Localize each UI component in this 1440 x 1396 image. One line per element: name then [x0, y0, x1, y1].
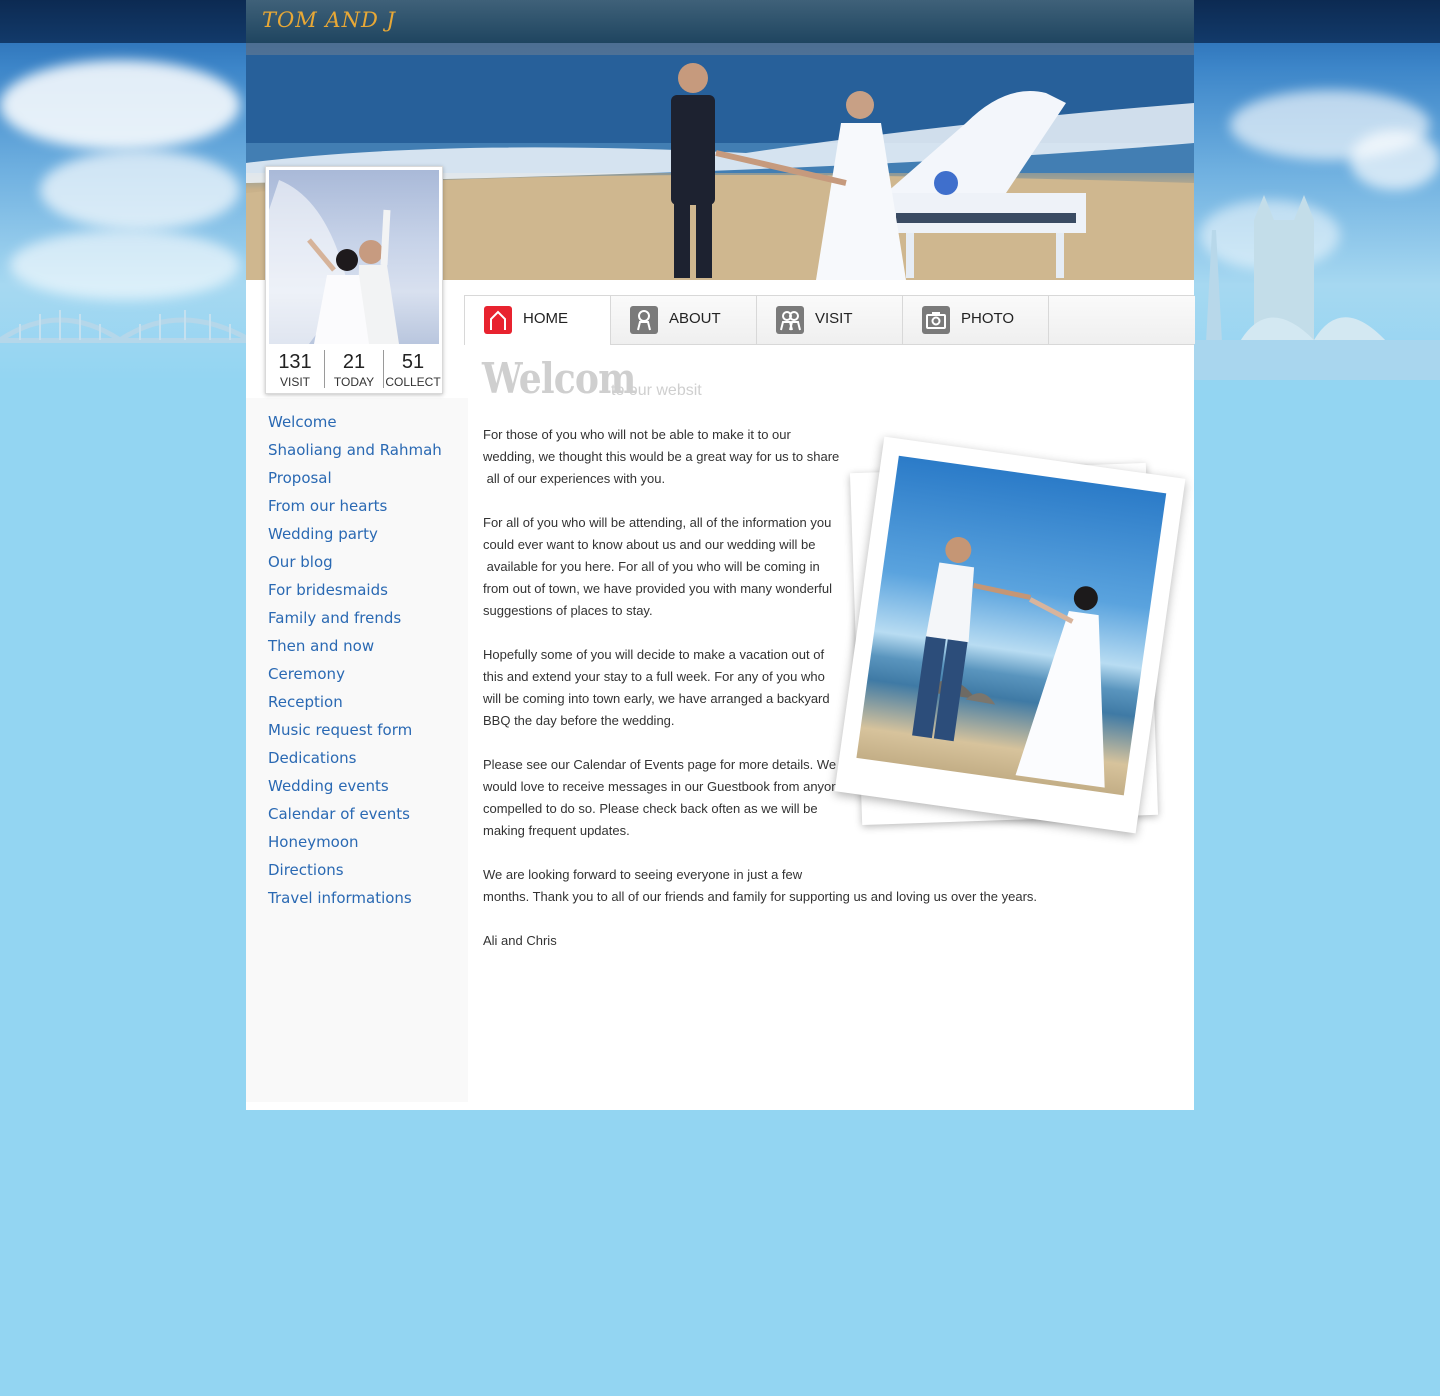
- signature: Ali and Chris: [483, 930, 557, 952]
- tab-label: ABOUT: [669, 310, 721, 327]
- stat-label: VISIT: [279, 375, 310, 389]
- text-line: will be coming into town early, we have …: [483, 691, 830, 706]
- text-line: available for you here. For all of you w…: [486, 559, 820, 574]
- text-line: could ever want to know about us and our…: [483, 537, 816, 552]
- bridge-illustration: [0, 310, 250, 344]
- sidebar-link-proposal[interactable]: Proposal: [268, 469, 332, 487]
- sidebar-link-wedding-events[interactable]: Wedding events: [268, 777, 389, 795]
- tab-empty: [1048, 296, 1195, 344]
- closing-paragraph: We are looking forward to seeing everyon…: [483, 864, 1037, 908]
- sidebar-item: Ceremony: [268, 660, 442, 688]
- text-line: all of our experiences with you.: [486, 471, 666, 486]
- sidebar-link-calendar-of-events[interactable]: Calendar of events: [268, 805, 410, 823]
- stat-collect: 51 COLLECT: [384, 350, 442, 389]
- city-skyline-illustration: [1194, 195, 1440, 380]
- stat-value: 21: [342, 351, 366, 373]
- sidebar-link-wedding-party[interactable]: Wedding party: [268, 525, 378, 543]
- sidebar-item: Dedications: [268, 744, 442, 772]
- sidebar-link-directions[interactable]: Directions: [268, 861, 344, 879]
- tab-label: VISIT: [815, 310, 853, 327]
- sidebar-item: Honeymoon: [268, 828, 442, 856]
- tab-home[interactable]: HOME: [464, 296, 610, 345]
- stat-value: 51: [401, 351, 425, 373]
- stat-label: COLLECT: [385, 375, 441, 389]
- sidebar-item: Shaoliang and Rahmah: [268, 436, 442, 464]
- home-icon: [484, 306, 512, 339]
- text-line: months. Thank you to all of our friends …: [483, 889, 1038, 904]
- sidebar-link-reception[interactable]: Reception: [268, 693, 343, 711]
- intro-paragraph: For those of you who will not be able to…: [483, 424, 839, 490]
- main-nav-tabs: HOME ABOUT VISIT PHOTO: [464, 295, 1195, 345]
- sidebar-link-family-and-frends[interactable]: Family and frends: [268, 609, 401, 627]
- text-line: compelled to do so. Please check back of…: [483, 801, 818, 816]
- text-line: suggestions of places to stay.: [483, 603, 653, 618]
- sidebar-link-then-and-now[interactable]: Then and now: [268, 637, 374, 655]
- text-line: For those of you who will not be able to…: [483, 427, 791, 442]
- sidebar-link-shaoliang-and-rahmah[interactable]: Shaoliang and Rahmah: [268, 441, 442, 459]
- sidebar-item: Proposal: [268, 464, 442, 492]
- calendar-paragraph: Please see our Calendar of Events page f…: [483, 754, 846, 842]
- site-title[interactable]: TOM AND J: [262, 8, 396, 32]
- sidebar-item: For bridesmaids: [268, 576, 442, 604]
- text-line: this and extend your stay to a full week…: [483, 669, 825, 684]
- site-header: TOM AND J: [246, 0, 1194, 44]
- sidebar-item: Travel informations: [268, 884, 442, 912]
- sidebar-item: Welcome: [268, 408, 442, 436]
- couple-photo: [856, 455, 1167, 796]
- page-container: TOM AND J 131 VISIT 21 TODAY 51 COLLECT …: [246, 0, 1195, 1110]
- sidebar-link-honeymoon[interactable]: Honeymoon: [268, 833, 359, 851]
- sidebar-item: Wedding events: [268, 772, 442, 800]
- text-line: For all of you who will be attending, al…: [483, 515, 832, 530]
- sidebar-link-our-blog[interactable]: Our blog: [268, 553, 333, 571]
- tab-photo[interactable]: PHOTO: [902, 296, 1048, 344]
- vacation-paragraph: Hopefully some of you will decide to mak…: [483, 644, 830, 732]
- couple-photo-frame: [834, 436, 1194, 850]
- sidebar-link-travel-informations[interactable]: Travel informations: [268, 889, 412, 907]
- sidebar-link-music-request-form[interactable]: Music request form: [268, 721, 412, 739]
- stat-label: TODAY: [333, 375, 375, 389]
- stat-today: 21 TODAY: [325, 350, 384, 389]
- sidebar-nav: Welcome Shaoliang and Rahmah Proposal Fr…: [268, 408, 442, 912]
- sidebar-link-welcome[interactable]: Welcome: [268, 413, 337, 431]
- tab-label: HOME: [523, 310, 568, 327]
- text-line: making frequent updates.: [483, 823, 630, 838]
- people-icon: [776, 306, 804, 334]
- sidebar-item: Directions: [268, 856, 442, 884]
- sidebar-link-from-our-hearts[interactable]: From our hearts: [268, 497, 387, 515]
- sidebar-item: Then and now: [268, 632, 442, 660]
- profile-card: 131 VISIT 21 TODAY 51 COLLECT: [265, 166, 443, 394]
- text-line: Please see our Calendar of Events page f…: [483, 757, 837, 772]
- photo-card-front[interactable]: [834, 436, 1186, 834]
- stat-visit: 131 VISIT: [266, 350, 325, 389]
- sidebar-item: Calendar of events: [268, 800, 442, 828]
- sidebar-link-dedications[interactable]: Dedications: [268, 749, 356, 767]
- sidebar-link-ceremony[interactable]: Ceremony: [268, 665, 345, 683]
- tab-label: PHOTO: [961, 310, 1015, 327]
- sidebar-item: Music request form: [268, 716, 442, 744]
- camera-icon: [922, 306, 950, 334]
- text-line: We are looking forward to seeing everyon…: [483, 867, 803, 882]
- text-line: would love to receive messages in our Gu…: [483, 779, 846, 794]
- attending-paragraph: For all of you who will be attending, al…: [483, 512, 832, 622]
- text-line: wedding, we thought this would be a grea…: [483, 449, 840, 464]
- sidebar-item: Wedding party: [268, 520, 442, 548]
- text-line: from out of town, we have provided you w…: [483, 581, 833, 596]
- stats-bar: 131 VISIT 21 TODAY 51 COLLECT: [266, 348, 442, 392]
- stat-value: 131: [278, 351, 312, 373]
- page-subtitle: to our websit: [611, 382, 702, 399]
- sidebar-item: From our hearts: [268, 492, 442, 520]
- sidebar-item: Reception: [268, 688, 442, 716]
- tab-visit[interactable]: VISIT: [756, 296, 902, 344]
- sidebar-item: Our blog: [268, 548, 442, 576]
- profile-photo[interactable]: [269, 170, 439, 344]
- person-icon: [630, 306, 658, 334]
- text-line: Ali and Chris: [483, 933, 557, 948]
- text-line: Hopefully some of you will decide to mak…: [483, 647, 825, 662]
- sidebar-item: Family and frends: [268, 604, 442, 632]
- text-line: BBQ the day before the wedding.: [483, 713, 675, 728]
- tab-about[interactable]: ABOUT: [610, 296, 756, 344]
- sidebar-link-for-bridesmaids[interactable]: For bridesmaids: [268, 581, 388, 599]
